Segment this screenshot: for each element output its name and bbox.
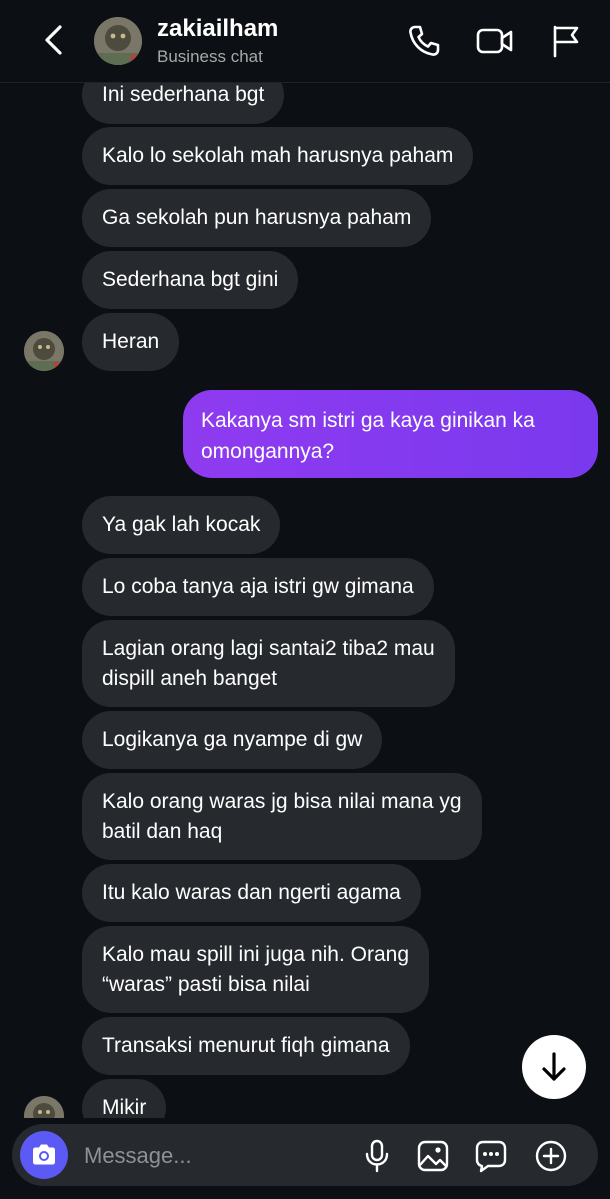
report-button[interactable] xyxy=(544,20,586,62)
camera-icon xyxy=(33,1144,55,1165)
phone-icon xyxy=(409,25,440,56)
message-incoming[interactable]: Kalo orang waras jg bisa nilai mana yg b… xyxy=(82,773,482,860)
video-camera-icon xyxy=(476,28,513,54)
video-call-button[interactable] xyxy=(474,20,516,62)
message-text-line: Lagian orang lagi santai2 tiba2 mau xyxy=(102,637,435,660)
arrow-down-icon xyxy=(542,1052,566,1081)
gallery-icon xyxy=(417,1140,449,1172)
message-text: Lo coba tanya aja istri gw gimana xyxy=(102,575,414,598)
gallery-button[interactable] xyxy=(413,1136,453,1176)
message-incoming[interactable]: Sederhana bgt gini xyxy=(82,251,299,309)
voice-message-button[interactable] xyxy=(357,1136,397,1176)
avatar-photo xyxy=(94,17,142,65)
flag-icon xyxy=(553,25,579,58)
scroll-to-bottom-button[interactable] xyxy=(522,1035,586,1099)
message-text: Mikir xyxy=(102,1096,147,1119)
message-input[interactable] xyxy=(82,1138,336,1174)
message-text-line: Kalo mau spill ini juga nih. Orang xyxy=(102,943,410,966)
chat-header: zakiailham Business chat xyxy=(0,0,610,83)
message-text: Kakanya sm istri ga kaya ginikan ka omon… xyxy=(201,409,535,463)
message-text-line: Kalo orang waras jg bisa nilai mana yg xyxy=(102,790,462,813)
message-incoming[interactable]: Lo coba tanya aja istri gw gimana xyxy=(82,558,434,616)
camera-button[interactable] xyxy=(20,1131,68,1179)
back-chevron-icon xyxy=(45,25,62,55)
add-button[interactable] xyxy=(531,1136,571,1176)
message-incoming[interactable]: Ga sekolah pun harusnya paham xyxy=(82,189,432,247)
message-incoming[interactable]: Itu kalo waras dan ngerti agama xyxy=(82,864,421,922)
message-incoming[interactable]: Ya gak lah kocak xyxy=(82,496,281,554)
message-text: Ya gak lah kocak xyxy=(102,513,261,536)
chat-username[interactable]: zakiailham xyxy=(157,15,278,43)
message-incoming[interactable]: Lagian orang lagi santai2 tiba2 mau disp… xyxy=(82,620,455,707)
message-text: Ga sekolah pun harusnya paham xyxy=(102,206,412,229)
message-text: Ini sederhana bgt xyxy=(102,83,265,106)
chat-subtitle: Business chat xyxy=(157,47,263,66)
message-text: Kalo lo sekolah mah harusnya paham xyxy=(102,144,454,167)
microphone-icon xyxy=(365,1139,389,1173)
message-incoming[interactable]: Logikanya ga nyampe di gw xyxy=(82,711,383,769)
message-composer xyxy=(12,1124,598,1186)
sticker-icon xyxy=(475,1140,507,1173)
message-incoming[interactable]: Kalo mau spill ini juga nih. Orang “wara… xyxy=(82,926,430,1013)
message-incoming[interactable]: Kalo lo sekolah mah harusnya paham xyxy=(82,127,474,185)
profile-avatar[interactable] xyxy=(94,17,142,65)
message-incoming[interactable]: Transaksi menurut fiqh gimana xyxy=(82,1017,410,1075)
message-text: Logikanya ga nyampe di gw xyxy=(102,728,363,751)
message-text-line: “waras” pasti bisa nilai xyxy=(102,973,310,996)
message-outgoing[interactable]: Kakanya sm istri ga kaya ginikan ka omon… xyxy=(183,390,598,478)
message-text: Transaksi menurut fiqh gimana xyxy=(102,1034,390,1057)
message-text: Itu kalo waras dan ngerti agama xyxy=(102,881,401,904)
sender-avatar[interactable] xyxy=(24,331,64,371)
sticker-button[interactable] xyxy=(471,1136,511,1176)
avatar-photo xyxy=(24,331,64,371)
message-text-line: batil dan haq xyxy=(102,820,223,843)
back-button[interactable] xyxy=(34,20,74,60)
audio-call-button[interactable] xyxy=(403,20,445,62)
message-list[interactable]: Ini sederhana bgt Kalo lo sekolah mah ha… xyxy=(0,0,610,1199)
message-incoming[interactable]: Heran xyxy=(82,313,180,371)
add-icon xyxy=(535,1140,567,1172)
message-text: Heran xyxy=(102,330,160,353)
message-text: Sederhana bgt gini xyxy=(102,268,279,291)
message-text-line: dispill aneh banget xyxy=(102,667,278,690)
